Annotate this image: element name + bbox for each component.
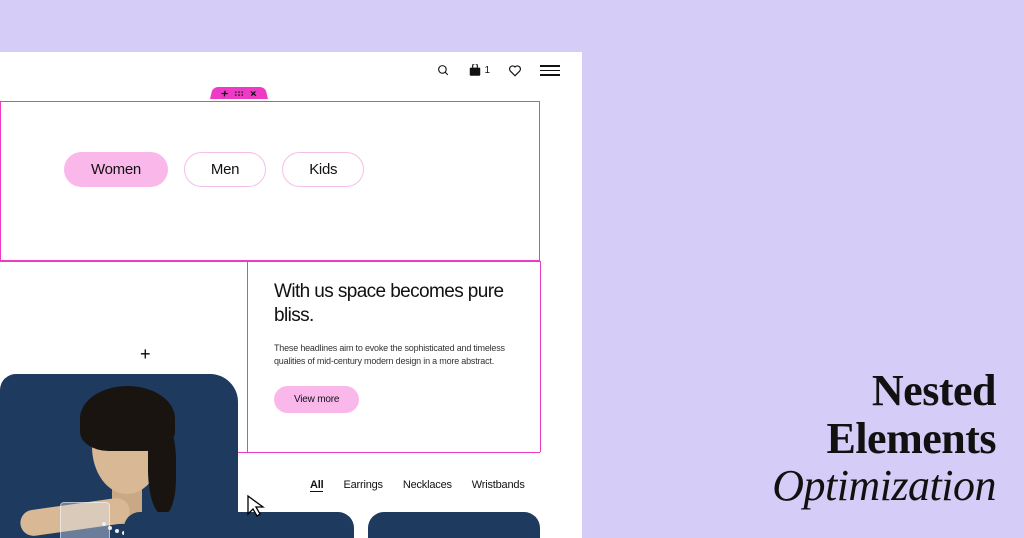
product-image[interactable] xyxy=(368,512,540,538)
hero-title: With us space becomes pure bliss. xyxy=(274,280,524,328)
category-tab-men[interactable]: Men xyxy=(184,152,266,187)
editor-gridline xyxy=(540,261,541,452)
add-element-button[interactable]: + xyxy=(140,344,151,365)
hero-section: With us space becomes pure bliss. These … xyxy=(274,280,524,413)
filter-tab-earrings[interactable]: Earrings xyxy=(343,479,382,492)
editor-selection-tab[interactable] xyxy=(210,87,268,99)
headline-line-3: Optimization xyxy=(772,462,996,510)
headline-line-1: Nested xyxy=(772,367,996,415)
drag-handle-icon xyxy=(234,90,244,97)
top-toolbar: 1 xyxy=(437,64,560,77)
filter-tab-necklaces[interactable]: Necklaces xyxy=(403,479,452,492)
filter-tab-wristbands[interactable]: Wristbands xyxy=(472,479,525,492)
slide-headline: Nested Elements Optimization xyxy=(772,367,996,510)
editor-gridline xyxy=(0,261,540,262)
close-icon xyxy=(249,90,257,97)
category-tab-women[interactable]: Women xyxy=(64,152,168,187)
plus-icon xyxy=(220,90,228,97)
headline-line-2: Elements xyxy=(772,415,996,463)
website-canvas: 1 Women Men Kids With us space becomes p… xyxy=(0,52,582,538)
category-tabs: Women Men Kids xyxy=(64,152,364,187)
view-more-button[interactable]: View more xyxy=(274,386,359,413)
cart-count: 1 xyxy=(484,65,490,76)
category-tab-kids[interactable]: Kids xyxy=(282,152,364,187)
cart-button[interactable]: 1 xyxy=(468,64,490,77)
search-icon[interactable] xyxy=(437,64,450,77)
editor-gridline xyxy=(247,261,248,452)
menu-icon[interactable] xyxy=(540,65,560,76)
product-image[interactable] xyxy=(124,512,354,538)
filter-tab-all[interactable]: All xyxy=(310,479,323,492)
wishlist-icon[interactable] xyxy=(508,64,522,77)
hero-description: These headlines aim to evoke the sophist… xyxy=(274,342,524,368)
product-filter-tabs: All Earrings Necklaces Wristbands xyxy=(310,479,525,492)
